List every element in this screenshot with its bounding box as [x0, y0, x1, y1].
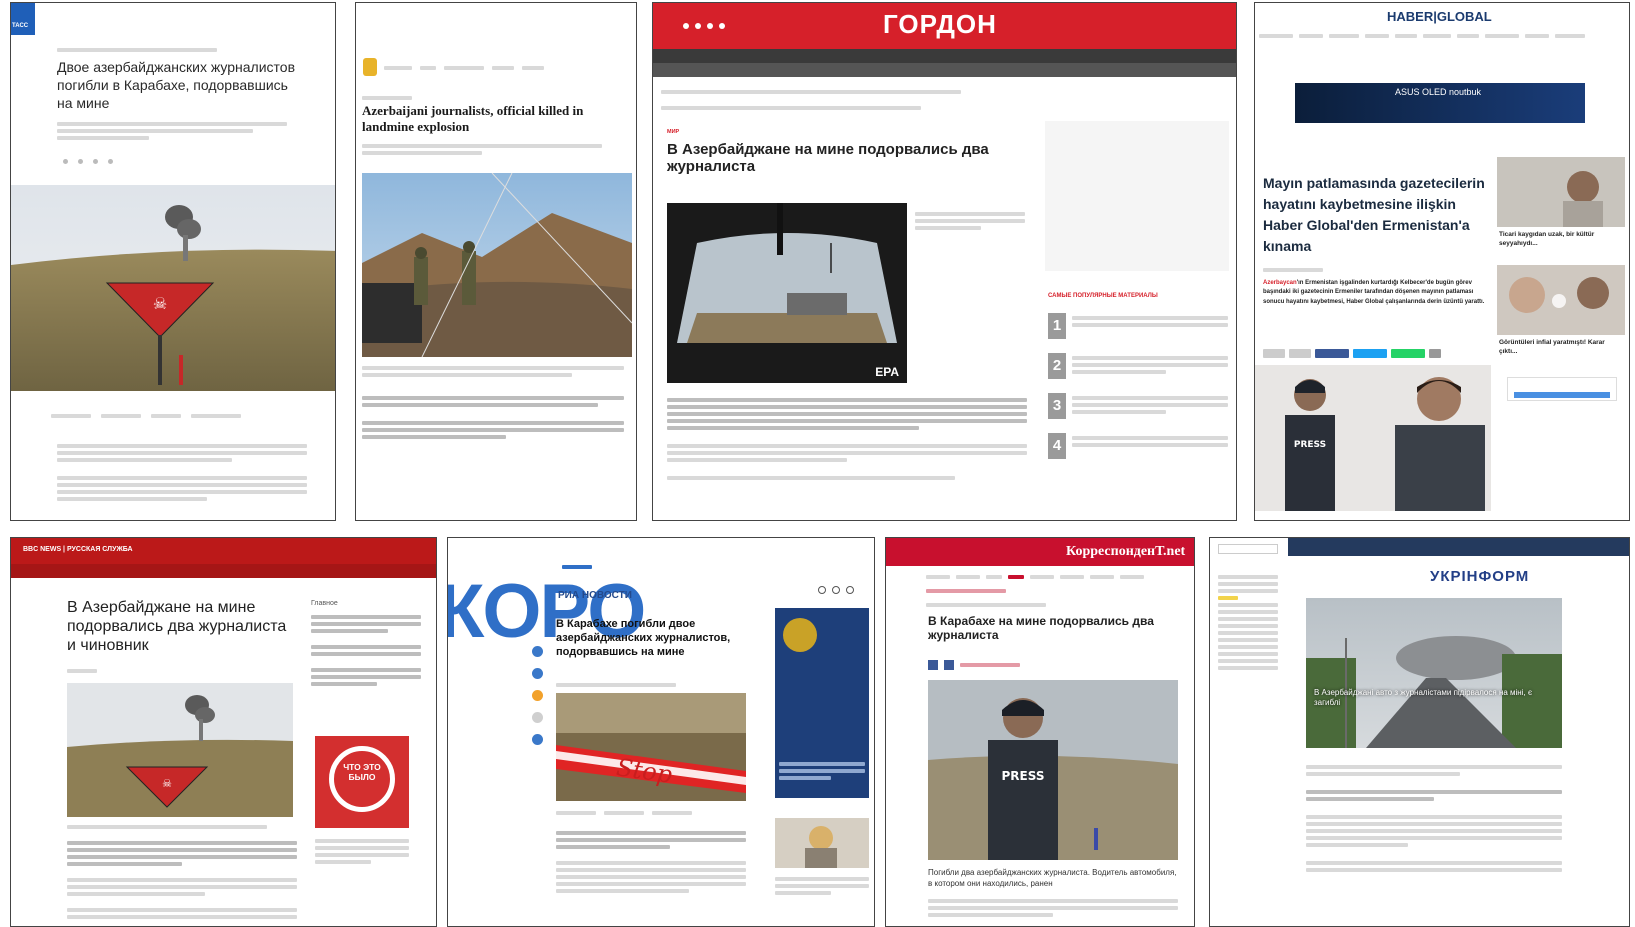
article-body: [57, 441, 307, 504]
soldiers-photo: [362, 173, 632, 357]
photo-caption: В Азербайджані авто з журналістами підір…: [1314, 688, 1533, 708]
photo-caption: [915, 209, 1025, 233]
haberglobal-article-screenshot: HABER|GLOBAL ASUS OLED noutbuk Mayın pat…: [1254, 2, 1630, 521]
main-nav[interactable]: [653, 49, 1236, 63]
article-title: В Карабахе на мине подорвались два журна…: [928, 614, 1154, 643]
korrespondent-article-screenshot: КорреспонденТ.net В Карабахе на мине под…: [885, 537, 1195, 927]
bbc-header: BBC NEWS | РУССКАЯ СЛУЖБА: [11, 538, 436, 564]
minefield-photo: ☠: [67, 683, 293, 817]
top-nav[interactable]: [384, 63, 624, 73]
mirage-article-screenshot: Azerbaijani journalists, official killed…: [355, 2, 637, 521]
site-header: КорреспонденТ.net: [886, 538, 1194, 566]
popular-number: 2: [1048, 353, 1066, 379]
breadcrumb[interactable]: [926, 600, 1046, 610]
popular-item[interactable]: 1: [1048, 313, 1228, 339]
ria-ad-banner[interactable]: [775, 608, 869, 798]
article-body: [556, 828, 746, 896]
side-photo-2[interactable]: [1497, 265, 1625, 335]
haberglobal-logo: HABER|GLOBAL: [1387, 9, 1492, 24]
ria-logo: РИА НОВОСТИ: [558, 590, 632, 601]
share-icons[interactable]: [63, 159, 113, 164]
google-news-box[interactable]: [1507, 377, 1617, 401]
korrespondent-logo: КорреспонденТ.net: [1066, 544, 1186, 559]
minefield-photo: ☠: [11, 185, 335, 391]
social-icons[interactable]: [683, 23, 725, 29]
article-lead: Azerbaycan'ın Ermenistan işgalinden kurt…: [1263, 279, 1489, 307]
side-caption-2[interactable]: Görüntüleri infial yaratmıştı! Karar çık…: [1499, 339, 1623, 357]
ukrinform-logo: УКРІНФОРМ: [1430, 568, 1530, 585]
popular-number: 3: [1048, 393, 1066, 419]
popular-item[interactable]: 2: [1048, 353, 1228, 379]
tass-logo: ТАСС: [11, 3, 35, 35]
mirage-logo: [363, 58, 377, 76]
rubric-label: МИР: [667, 129, 680, 135]
popular-list: САМЫЕ ПОПУЛЯРНЫЕ МАТЕРИАЛЫ 1 2 3 4: [1048, 293, 1228, 473]
bbc-article-screenshot: BBC NEWS | РУССКАЯ СЛУЖБА В Азербайджане…: [10, 537, 437, 927]
car-window-photo: EPA: [667, 203, 907, 383]
article-title: В Азербайджане на мине подорвались два ж…: [667, 141, 989, 176]
ukrinform-article-screenshot: УКРІНФОРМ В Азербайджані авто з журналіс…: [1209, 537, 1630, 927]
share-rail[interactable]: [532, 646, 543, 745]
popular-number: 1: [1048, 313, 1066, 339]
ria-article-screenshot: КОРО РИА НОВОСТИ В Карабахе погибли двое…: [447, 537, 875, 927]
sub-nav[interactable]: [653, 63, 1236, 77]
photo-caption: Погибли два азербайджанских журналиста. …: [928, 868, 1177, 888]
bbc-nav[interactable]: [11, 564, 436, 578]
side-photo[interactable]: [775, 818, 869, 868]
article-body: [67, 838, 297, 922]
popular-number: 4: [1048, 433, 1066, 459]
gordon-article-screenshot: ГОРДОН МИР В Азербайджане на мине подорв…: [652, 2, 1237, 521]
rubric-list[interactable]: [1218, 572, 1278, 673]
ad-slot: [1045, 121, 1229, 271]
card-label: ЧТО ЭТО БЫЛО: [329, 746, 395, 812]
tass-article-screenshot: ТАСС Двое азербайджанских журналистов по…: [10, 2, 336, 521]
epa-badge: EPA: [875, 365, 899, 379]
main-nav[interactable]: [926, 572, 1186, 582]
article-lead: [667, 395, 1027, 483]
header-icons[interactable]: [818, 586, 854, 594]
stop-tape-photo: Stop: [556, 693, 746, 801]
article-body: [362, 393, 624, 442]
what-was-it-card[interactable]: ЧТО ЭТО БЫЛО: [315, 736, 409, 828]
article-title: Mayın patlamasında gazetecilerin hayatın…: [1263, 175, 1485, 254]
category-nav[interactable]: [1259, 31, 1625, 41]
search-input[interactable]: [1218, 544, 1278, 554]
lead-country: Azerbaycan: [1263, 280, 1297, 286]
popular-item[interactable]: 3: [1048, 393, 1228, 419]
asus-ad-banner[interactable]: ASUS OLED noutbuk: [1295, 83, 1585, 123]
sidebar-heading: Главное: [311, 600, 338, 607]
bbc-sidebar: Главное: [311, 600, 421, 689]
vest-label: PRESS: [1294, 440, 1326, 450]
article-title: В Карабахе погибли двое азербайджанских …: [556, 618, 731, 658]
lead-text: 'ın Ermenistan işgalinden kurtardığı Kel…: [1263, 280, 1485, 305]
svg-text:☠: ☠: [153, 294, 167, 313]
svg-text:☠: ☠: [162, 777, 172, 790]
journalist-press-vest-photo: PRESS: [928, 680, 1178, 860]
site-header: ГОРДОН: [653, 3, 1236, 49]
article-title: Azerbaijani journalists, official killed…: [362, 103, 584, 135]
article-title: В Азербайджане на мине подорвались два ж…: [67, 599, 287, 655]
share-row[interactable]: [928, 660, 1178, 670]
popular-item[interactable]: 4: [1048, 433, 1228, 459]
breadcrumb[interactable]: [661, 103, 921, 113]
side-photo-1[interactable]: [1497, 157, 1625, 227]
top-nav[interactable]: [1288, 538, 1629, 556]
haber-journalists-photo: PRESS: [1255, 365, 1491, 511]
road-smoke-photo: В Азербайджані авто з журналістами підір…: [1306, 598, 1562, 748]
side-caption-1[interactable]: Ticari kaygıdan uzak, bir kültür seyyahı…: [1499, 231, 1623, 249]
article-body: [1306, 762, 1562, 875]
popular-heading: САМЫЕ ПОПУЛЯРНЫЕ МАТЕРИАЛЫ: [1048, 293, 1158, 299]
share-buttons[interactable]: [1263, 349, 1441, 358]
article-title: Двое азербайджанских журналистов погибли…: [57, 59, 296, 112]
article-body: [928, 896, 1178, 920]
gordon-logo: ГОРДОН: [883, 9, 997, 39]
vest-label: PRESS: [1002, 769, 1045, 783]
article-lead: [57, 119, 287, 143]
